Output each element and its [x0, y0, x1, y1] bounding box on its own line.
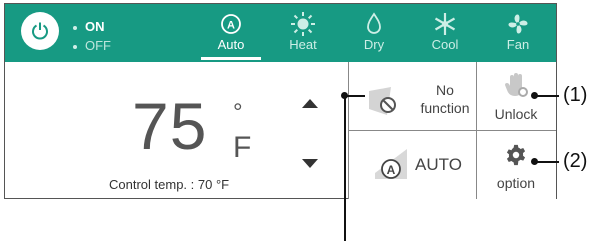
power-state: ON OFF — [73, 17, 111, 55]
svg-text:A: A — [387, 163, 396, 177]
hand-lock-icon — [505, 73, 528, 97]
no-function-button[interactable]: No function — [349, 63, 475, 129]
power-button[interactable] — [21, 12, 59, 50]
no-function-icon — [369, 87, 396, 115]
callout-leader-no-function — [345, 95, 365, 97]
callout-leader-2 — [535, 161, 559, 163]
power-icon — [32, 22, 48, 40]
active-mode-indicator — [201, 57, 261, 60]
no-function-line2: function — [420, 100, 470, 116]
callout-label-1: (1) — [563, 84, 588, 106]
mode-dry[interactable]: Dry — [344, 10, 404, 52]
auto-fan-direction-icon: A — [375, 149, 407, 179]
no-function-line1: No — [436, 82, 454, 98]
mode-cool[interactable]: Cool — [415, 10, 475, 52]
unlock-label: Unlock — [494, 106, 538, 122]
on-label: ON — [85, 19, 105, 34]
off-label: OFF — [85, 38, 111, 53]
mode-auto-label: Auto — [217, 37, 245, 52]
auto-button[interactable]: A AUTO — [349, 131, 475, 198]
thermostat-panel: ON OFF A Auto Heat Dry Cool Fan 75 ° F C… — [4, 3, 557, 199]
fan-icon — [488, 10, 548, 37]
option-label: option — [496, 175, 536, 191]
mode-bar: ON OFF A Auto Heat Dry Cool Fan — [5, 4, 556, 62]
temperature-value: 75 — [132, 89, 208, 163]
mode-dry-label: Dry — [363, 37, 385, 52]
auto-mode-icon: A — [201, 10, 261, 37]
droplet-icon — [344, 10, 404, 37]
callout-leader-1 — [535, 95, 559, 97]
mode-cool-label: Cool — [431, 37, 459, 52]
svg-text:A: A — [227, 19, 235, 31]
snowflake-icon — [415, 10, 475, 37]
auto-label: AUTO — [415, 155, 462, 174]
mode-heat-label: Heat — [289, 37, 317, 52]
degree-symbol: ° — [233, 99, 243, 126]
callout-label-2: (2) — [563, 150, 588, 172]
temp-down-button[interactable] — [302, 159, 318, 168]
mode-fan-label: Fan — [506, 37, 530, 52]
control-temperature: Control temp. : 70 °F — [109, 177, 230, 192]
gear-icon — [506, 144, 526, 166]
mode-auto[interactable]: A Auto — [201, 10, 261, 60]
temp-up-button[interactable] — [302, 99, 318, 108]
temperature-unit: F — [233, 131, 252, 164]
sun-icon — [273, 10, 333, 37]
mode-fan[interactable]: Fan — [488, 10, 548, 52]
callout-leader-vertical — [344, 96, 346, 241]
mode-heat[interactable]: Heat — [273, 10, 333, 52]
option-button[interactable]: option — [477, 131, 555, 198]
